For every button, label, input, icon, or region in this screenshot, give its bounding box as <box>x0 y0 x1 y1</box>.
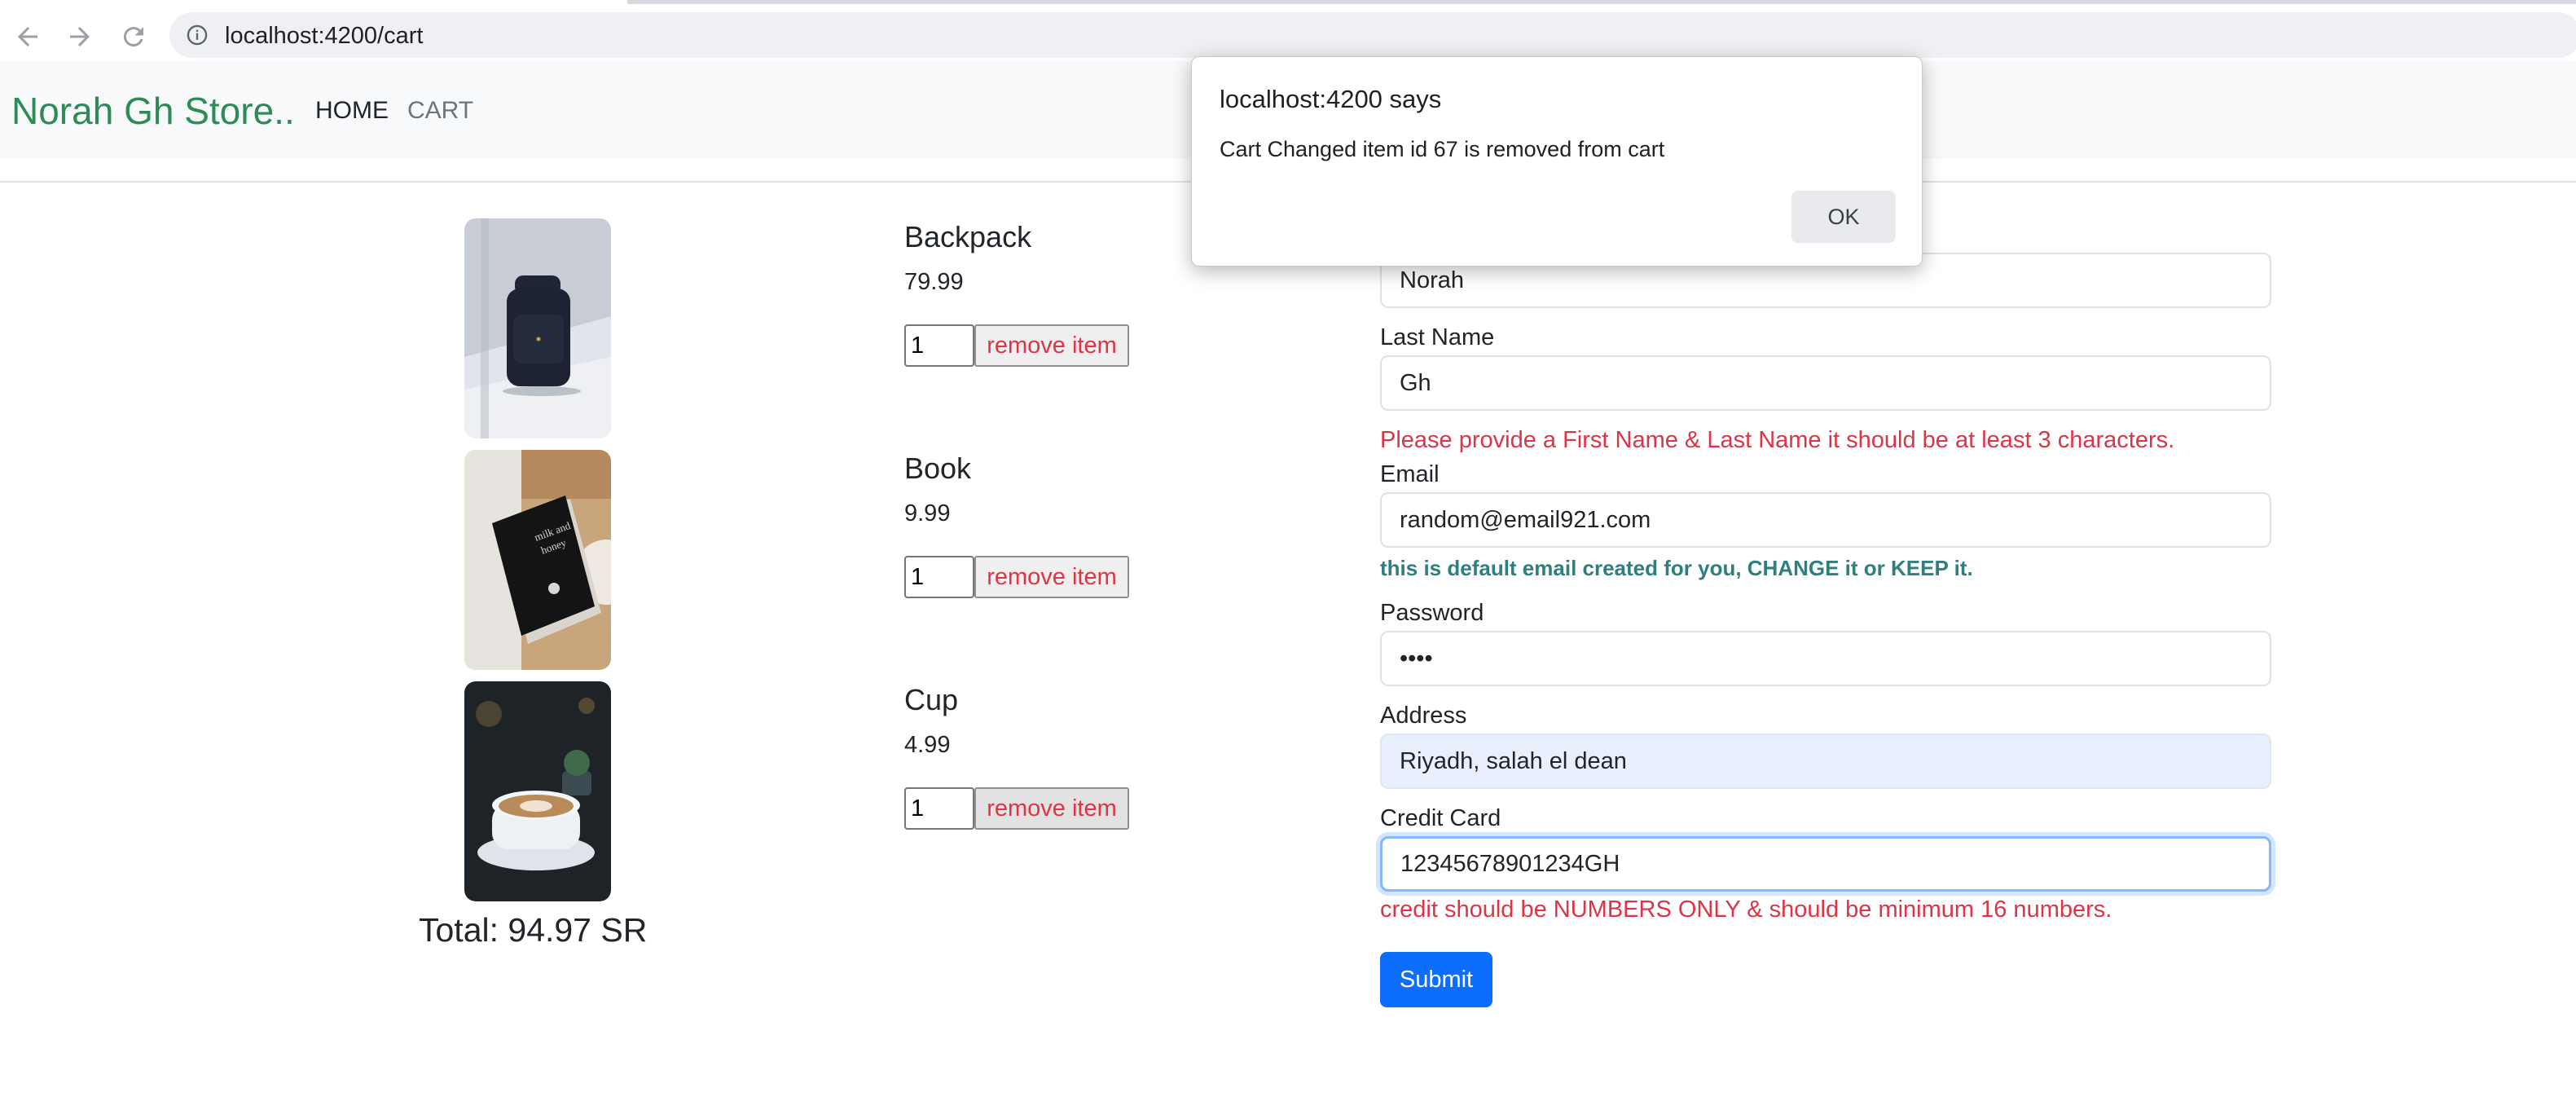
email-input[interactable] <box>1380 492 2271 548</box>
product-name: Book <box>904 452 972 485</box>
cart-total: Total: 94.97 SR <box>419 911 648 949</box>
info-icon[interactable] <box>186 24 209 46</box>
last-name-input[interactable] <box>1380 355 2271 411</box>
alert-dialog: localhost:4200 says Cart Changed item id… <box>1191 56 1923 267</box>
email-label: Email <box>1380 461 1440 487</box>
backpack-photo <box>464 218 611 438</box>
credit-card-label: Credit Card <box>1380 805 1501 831</box>
product-price: 79.99 <box>904 269 964 295</box>
submit-button[interactable]: Submit <box>1380 952 1492 1007</box>
remove-item-button[interactable]: remove item <box>974 787 1129 830</box>
quantity-input[interactable] <box>904 787 974 830</box>
dialog-title: localhost:4200 says <box>1220 85 1442 113</box>
quantity-input[interactable] <box>904 324 974 367</box>
email-hint: this is default email created for you, C… <box>1380 556 1973 580</box>
product-image-book: milk and honey <box>464 450 611 670</box>
product-price: 9.99 <box>904 500 951 526</box>
address-label: Address <box>1380 703 1467 729</box>
password-input[interactable] <box>1380 631 2271 686</box>
product-image-cup <box>464 681 611 901</box>
address-input[interactable] <box>1380 734 2271 789</box>
credit-card-error-message: credit should be NUMBERS ONLY & should b… <box>1380 897 2112 923</box>
last-name-label: Last Name <box>1380 324 1495 350</box>
browser-toolbar: localhost:4200/cart <box>0 6 2576 61</box>
product-name: Cup <box>904 683 959 716</box>
nav-link-home[interactable]: HOME <box>315 97 389 125</box>
quantity-input[interactable] <box>904 556 974 598</box>
remove-item-button[interactable]: remove item <box>974 556 1129 598</box>
book-photo: milk and honey <box>464 450 611 670</box>
password-label: Password <box>1380 600 1484 626</box>
remove-item-button[interactable]: remove item <box>974 324 1129 367</box>
url-text[interactable]: localhost:4200/cart <box>225 23 423 50</box>
credit-card-input[interactable] <box>1380 836 2271 892</box>
name-error-message: Please provide a First Name & Last Name … <box>1380 427 2175 453</box>
tab-strip-line <box>627 0 2576 4</box>
reload-icon[interactable] <box>119 22 148 51</box>
browser-tab-strip <box>0 0 2576 6</box>
product-name: Backpack <box>904 220 1032 253</box>
product-price: 4.99 <box>904 732 951 758</box>
arrow-right-icon[interactable] <box>65 22 95 51</box>
address-bar[interactable]: localhost:4200/cart <box>169 12 2576 58</box>
dialog-ok-button[interactable]: OK <box>1791 191 1896 243</box>
arrow-left-icon[interactable] <box>13 22 42 51</box>
dialog-message: Cart Changed item id 67 is removed from … <box>1220 137 1665 161</box>
brand-logo[interactable]: Norah Gh Store.. <box>11 89 295 133</box>
coffee-cup-photo <box>464 681 611 901</box>
product-image-backpack <box>464 218 611 438</box>
nav-link-cart[interactable]: CART <box>407 97 473 125</box>
